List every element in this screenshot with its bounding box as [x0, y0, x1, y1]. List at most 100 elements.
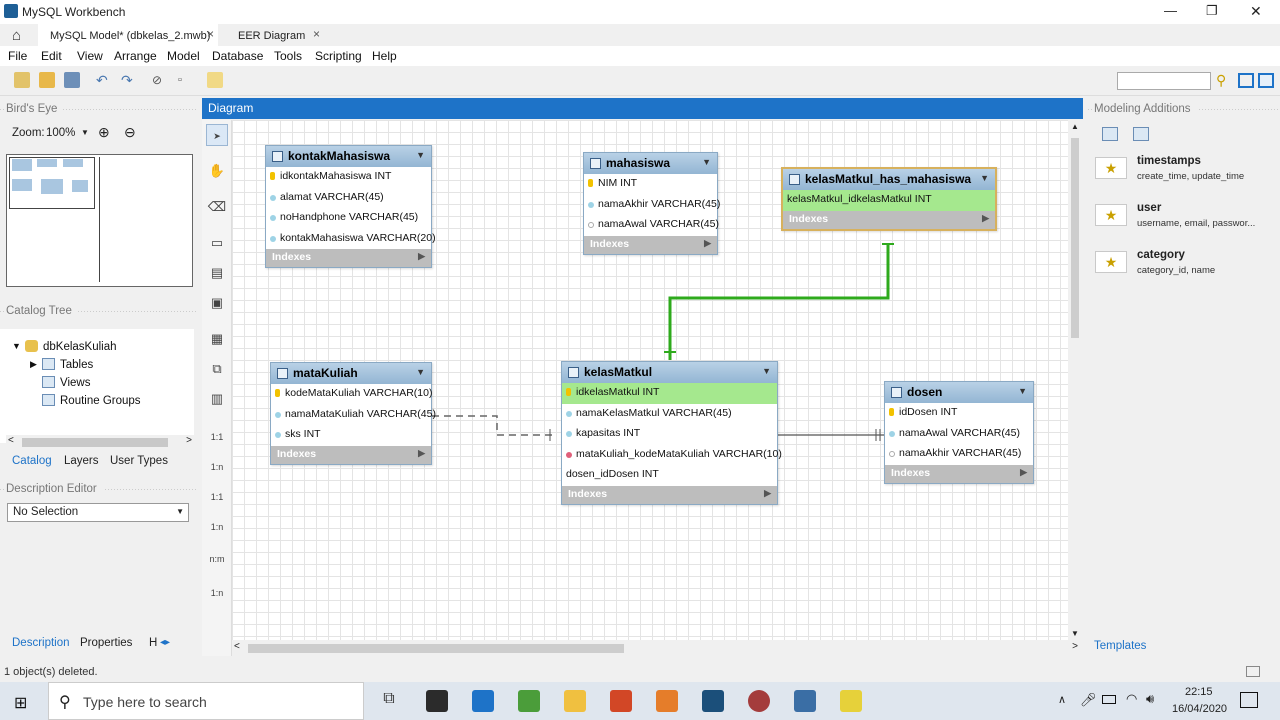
notification-icon[interactable] [1240, 692, 1258, 708]
table-dosen[interactable]: dosen ▼ idDosen INT namaAwal VARCHAR(45) … [884, 381, 1034, 484]
vertical-scrollbar[interactable]: ▲ ▼ [1068, 120, 1082, 640]
column[interactable]: namaAkhir VARCHAR(45) [899, 447, 1021, 459]
relation-1-1-icon[interactable]: 1:1 [206, 426, 228, 448]
eraser-tool-icon[interactable]: ⌫ [206, 196, 228, 218]
minimize-button[interactable]: — [1164, 3, 1177, 18]
relation-1-n-id-icon[interactable]: 1:n [206, 516, 228, 538]
relation-1-n-icon[interactable]: 1:n [206, 456, 228, 478]
tab-user-types[interactable]: User Types [110, 455, 168, 467]
new-diagram-icon[interactable] [207, 72, 223, 88]
wifi-icon[interactable]: ◠ [1126, 691, 1137, 707]
column[interactable]: idkelasMatkul INT [576, 386, 659, 398]
menu-scripting[interactable]: Scripting [315, 49, 362, 63]
collapse-arrow-icon[interactable]: ▼ [416, 150, 425, 160]
tab-scroll-icon[interactable]: ◂▸ [160, 637, 170, 648]
zoom-select[interactable]: 100% [46, 127, 75, 139]
note-tool-icon[interactable]: ▤ [206, 262, 228, 284]
tab-eer-diagram[interactable]: EER Diagram × [226, 24, 326, 46]
relation-line-khm[interactable] [668, 244, 890, 360]
toggle-right-panel-icon[interactable] [1258, 73, 1274, 88]
clock-date[interactable]: 16/04/2020 [1172, 703, 1227, 715]
column[interactable]: NIM INT [598, 177, 637, 189]
microphone-icon[interactable]: 🎤︎ [1080, 692, 1097, 708]
expand-arrow-icon[interactable]: ▶ [1020, 467, 1027, 478]
column[interactable]: noHandphone VARCHAR(45) [280, 211, 418, 223]
column[interactable]: kelasMatkul_idkelasMatkul INT [787, 193, 932, 205]
powerpoint-icon[interactable] [610, 690, 632, 712]
tree-item-routine-groups[interactable]: Routine Groups [60, 395, 141, 407]
search-icon[interactable]: ⚲ [1216, 72, 1226, 89]
store-icon[interactable] [426, 690, 448, 712]
zoom-out-icon[interactable]: ⊖ [124, 124, 136, 141]
table-mahasiswa[interactable]: mahasiswa ▼ NIM INT namaAkhir VARCHAR(45)… [583, 152, 720, 255]
expand-arrow-icon[interactable]: ▶ [418, 251, 425, 262]
chevron-down-icon[interactable]: ▼ [81, 128, 89, 137]
routine-tool-icon[interactable]: ▥ [206, 388, 228, 410]
column[interactable]: namaAwal VARCHAR(45) [598, 218, 719, 230]
battery-icon[interactable] [1102, 695, 1116, 704]
column[interactable]: kapasitas INT [576, 427, 640, 439]
toggle-grid-icon[interactable]: ⊘ [152, 72, 168, 88]
relation-1-1-id-icon[interactable]: 1:1 [206, 486, 228, 508]
template-category[interactable]: ★ category category_id, name [1093, 247, 1273, 287]
tray-chevron-icon[interactable]: ∧ [1058, 693, 1066, 706]
column[interactable]: idDosen INT [899, 406, 957, 418]
column[interactable]: kodeMataKuliah VARCHAR(10) [285, 387, 432, 399]
open-icon[interactable] [39, 72, 55, 88]
indexes-label[interactable]: Indexes [568, 488, 607, 500]
collapse-arrow-icon[interactable]: ▼ [416, 367, 425, 377]
expand-arrow-icon[interactable]: ▶ [418, 448, 425, 459]
indexes-label[interactable]: Indexes [272, 251, 311, 263]
menu-help[interactable]: Help [372, 49, 397, 63]
search-input[interactable] [1117, 72, 1211, 90]
tab-description[interactable]: Description [12, 637, 70, 649]
menu-tools[interactable]: Tools [274, 49, 302, 63]
collapse-arrow-icon[interactable]: ▼ [1018, 386, 1027, 396]
menu-database[interactable]: Database [212, 49, 263, 63]
menu-model[interactable]: Model [167, 49, 200, 63]
horizontal-scrollbar[interactable]: < > [232, 641, 1082, 655]
layer-tool-icon[interactable]: ▭ [206, 232, 228, 254]
tab-properties[interactable]: Properties [80, 637, 132, 649]
collapse-arrow-icon[interactable]: ▼ [762, 366, 771, 376]
table-kontakmahasiswa[interactable]: kontakMahasiswa ▼ idkontakMahasiswa INT a… [265, 145, 436, 268]
column[interactable]: namaKelasMatkul VARCHAR(45) [576, 407, 732, 419]
column[interactable]: namaAkhir VARCHAR(45) [598, 198, 720, 210]
view-tool-icon[interactable]: ⧉ [206, 358, 228, 380]
windows-start-icon[interactable]: ⊞ [14, 693, 27, 713]
tab-layers[interactable]: Layers [64, 455, 99, 467]
tab-close-icon[interactable]: × [207, 27, 214, 41]
tree-item-views[interactable]: Views [60, 377, 90, 389]
table-matakuliah[interactable]: mataKuliah ▼ kodeMataKuliah VARCHAR(10) n… [270, 362, 436, 465]
clock-time[interactable]: 22:15 [1185, 686, 1213, 698]
pointer-tool-icon[interactable]: ➤ [206, 124, 228, 146]
tree-item-tables[interactable]: Tables [60, 359, 93, 371]
expand-icon[interactable]: ▼ [12, 341, 21, 351]
xampp-icon[interactable] [656, 690, 678, 712]
align-icon[interactable]: ▫ [178, 72, 194, 88]
relation-n-m-icon[interactable]: n:m [206, 548, 228, 570]
column[interactable]: alamat VARCHAR(45) [280, 191, 384, 203]
collapse-icon[interactable]: ▶ [30, 359, 37, 370]
template-user[interactable]: ★ user username, email, passwor... [1093, 200, 1273, 240]
edit-template-icon[interactable] [1133, 127, 1149, 141]
tree-root[interactable]: dbKelasKuliah [43, 341, 117, 353]
mail-icon[interactable] [472, 690, 494, 712]
tab-catalog[interactable]: Catalog [12, 455, 52, 467]
birds-eye-preview[interactable] [6, 154, 193, 287]
diagram-canvas[interactable]: kontakMahasiswa ▼ idkontakMahasiswa INT a… [232, 120, 1068, 640]
relation-line-matakuliah[interactable] [432, 415, 557, 436]
column[interactable]: kontakMahasiswa VARCHAR(20) [280, 232, 436, 244]
indexes-label[interactable]: Indexes [590, 238, 629, 250]
table-kelasmatkul-has-mahasiswa[interactable]: kelasMatkul_has_mahasiswa ▼ kelasMatkul_i… [781, 167, 997, 231]
snipping-tool-icon[interactable] [748, 690, 770, 712]
expand-arrow-icon[interactable]: ▶ [982, 213, 989, 224]
notepad-icon[interactable] [518, 690, 540, 712]
column[interactable]: namaMataKuliah VARCHAR(45) [285, 408, 436, 420]
toggle-left-panel-icon[interactable] [1238, 73, 1254, 88]
table-kelasmatkul[interactable]: kelasMatkul ▼ idkelasMatkul INT namaKelas… [561, 361, 782, 505]
maximize-button[interactable]: ❐ [1206, 3, 1218, 19]
close-button[interactable]: ✕ [1250, 3, 1262, 20]
column[interactable]: namaAwal VARCHAR(45) [899, 427, 1020, 439]
expand-arrow-icon[interactable]: ▶ [764, 488, 771, 499]
